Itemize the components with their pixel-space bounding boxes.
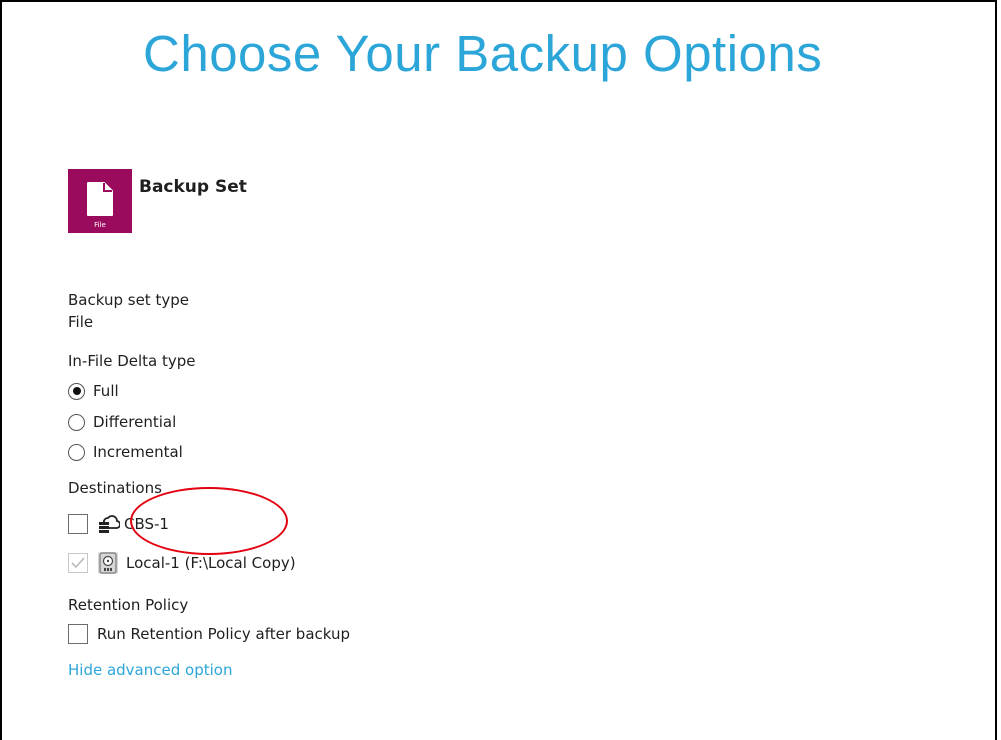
backup-set-icon-caption: File bbox=[94, 221, 106, 229]
radio-label-incremental: Incremental bbox=[93, 443, 183, 461]
backup-set-type-label: Backup set type bbox=[68, 291, 189, 309]
delta-type-label: In-File Delta type bbox=[68, 352, 196, 370]
local-drive-icon bbox=[98, 552, 118, 574]
page-title: Choose Your Backup Options bbox=[143, 25, 823, 82]
radio-incremental[interactable]: Incremental bbox=[68, 440, 183, 464]
radio-button[interactable] bbox=[68, 382, 85, 400]
destinations-label: Destinations bbox=[68, 479, 162, 497]
retention-policy-checkbox[interactable] bbox=[68, 624, 88, 644]
backup-set-heading: Backup Set bbox=[139, 177, 247, 197]
destination-label-cbs-1: CBS-1 bbox=[124, 515, 169, 533]
retention-policy-checkbox-label: Run Retention Policy after backup bbox=[97, 625, 351, 643]
destination-checkbox-disabled bbox=[68, 553, 88, 573]
radio-label-differential: Differential bbox=[93, 413, 177, 431]
document-icon bbox=[87, 182, 113, 216]
destination-cbs-1[interactable]: CBS-1 bbox=[68, 512, 169, 536]
destination-local-1: Local-1 (F:\Local Copy) bbox=[68, 551, 296, 575]
file-backup-set-icon: File bbox=[68, 169, 132, 233]
cloud-server-icon bbox=[98, 513, 121, 535]
radio-full[interactable]: Full bbox=[68, 379, 119, 403]
radio-button[interactable] bbox=[68, 443, 85, 461]
retention-policy-label: Retention Policy bbox=[68, 596, 189, 614]
destination-label-local-1: Local-1 (F:\Local Copy) bbox=[126, 554, 296, 572]
radio-differential[interactable]: Differential bbox=[68, 410, 176, 434]
radio-button[interactable] bbox=[68, 413, 85, 431]
hide-advanced-option-link[interactable]: Hide advanced option bbox=[68, 661, 232, 679]
retention-policy-option[interactable]: Run Retention Policy after backup bbox=[68, 622, 350, 646]
destination-checkbox[interactable] bbox=[68, 514, 88, 534]
radio-label-full: Full bbox=[93, 382, 119, 400]
checkmark-icon bbox=[71, 557, 85, 569]
backup-set-type-value: File bbox=[68, 313, 94, 331]
